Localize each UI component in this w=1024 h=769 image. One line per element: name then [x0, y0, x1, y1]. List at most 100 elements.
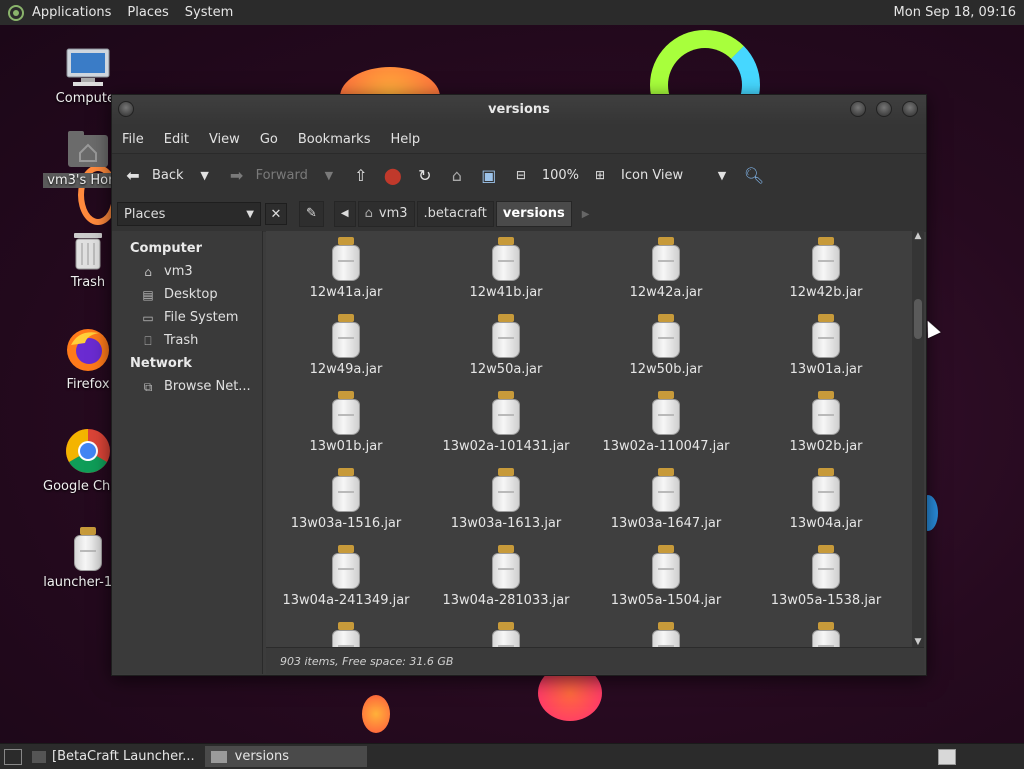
- toolbar: ⬅ Back ▼ ➡ Forward ▼ ⇧ ⬤ ↻ ⌂ ▣ ⊟ 100% ⊞ …: [112, 153, 926, 196]
- file-item[interactable]: 12w50a.jar: [426, 314, 586, 377]
- workspace-switcher[interactable]: [938, 748, 956, 765]
- window-titlebar[interactable]: versions: [112, 95, 926, 125]
- menu-file[interactable]: File: [112, 132, 154, 147]
- file-item[interactable]: 13w03a-1516.jar: [266, 468, 426, 531]
- back-arrow-icon: ⬅: [126, 165, 140, 185]
- file-item[interactable]: 13w01a.jar: [746, 314, 906, 377]
- menu-bookmarks[interactable]: Bookmarks: [288, 132, 381, 147]
- back-history-dropdown[interactable]: ▼: [194, 169, 216, 182]
- jar-file-icon: [652, 237, 680, 281]
- menubar: File Edit View Go Bookmarks Help: [112, 125, 926, 153]
- scroll-up-arrow-icon[interactable]: ▲: [912, 231, 924, 241]
- zoom-in-button[interactable]: ⊞: [589, 168, 611, 182]
- menu-edit[interactable]: Edit: [154, 132, 199, 147]
- distro-logo-icon[interactable]: [8, 4, 24, 21]
- file-name: 13w02a-110047.jar: [602, 439, 730, 454]
- breadcrumb-betacraft[interactable]: .betacraft: [416, 201, 494, 227]
- back-button[interactable]: ⬅ Back: [122, 165, 183, 185]
- jar-file-icon: [812, 622, 840, 647]
- computer-button[interactable]: ▣: [478, 166, 500, 185]
- jar-file-icon: [812, 468, 840, 512]
- sidebar-item-filesystem[interactable]: ▭ File System: [112, 306, 262, 329]
- file-item[interactable]: 13w05a-1538.jar: [746, 545, 906, 608]
- forward-history-dropdown[interactable]: ▼: [318, 169, 340, 182]
- menu-help[interactable]: Help: [380, 132, 430, 147]
- file-item-partial[interactable]: [266, 622, 426, 647]
- sidebar-item-desktop[interactable]: ▤ Desktop: [112, 283, 262, 306]
- sidebar-item-vm3[interactable]: ⌂ vm3: [112, 260, 262, 283]
- file-item[interactable]: 13w02b.jar: [746, 391, 906, 454]
- reload-button[interactable]: ↻: [414, 166, 436, 185]
- taskbar-item-versions[interactable]: versions: [204, 746, 367, 767]
- file-item[interactable]: 12w42a.jar: [586, 237, 746, 300]
- jar-icon: [74, 527, 102, 571]
- toggle-location-entry-button[interactable]: ✎: [299, 201, 324, 227]
- computer-icon: [65, 47, 111, 87]
- close-button[interactable]: [902, 101, 918, 117]
- home-button[interactable]: ⌂: [446, 166, 468, 185]
- zoom-level[interactable]: 100%: [542, 168, 579, 183]
- file-item[interactable]: 13w05a-1504.jar: [586, 545, 746, 608]
- file-item-partial[interactable]: [746, 622, 906, 647]
- file-item[interactable]: 13w03a-1613.jar: [426, 468, 586, 531]
- stop-button[interactable]: ⬤: [382, 166, 404, 185]
- file-item[interactable]: 12w41a.jar: [266, 237, 426, 300]
- file-item[interactable]: 13w04a-281033.jar: [426, 545, 586, 608]
- file-item[interactable]: 13w04a.jar: [746, 468, 906, 531]
- firefox-icon: [65, 327, 111, 373]
- file-item-partial[interactable]: [586, 622, 746, 647]
- breadcrumb-vm3[interactable]: ⌂ vm3: [357, 201, 415, 227]
- minimize-button[interactable]: [850, 101, 866, 117]
- show-desktop-icon[interactable]: [4, 748, 22, 765]
- breadcrumb-left-arrow[interactable]: ◀: [333, 201, 356, 227]
- menu-system[interactable]: System: [177, 0, 241, 25]
- computer-icon: ▣: [481, 165, 497, 185]
- file-item[interactable]: 12w50b.jar: [586, 314, 746, 377]
- menu-places[interactable]: Places: [119, 0, 176, 25]
- close-sidebar-button[interactable]: ✕: [265, 203, 287, 225]
- menu-applications[interactable]: Applications: [24, 0, 119, 25]
- sidebar-item-browse-network[interactable]: ⧉ Browse Net...: [112, 375, 262, 398]
- breadcrumb-versions[interactable]: versions: [495, 201, 572, 227]
- forward-label: Forward: [255, 167, 308, 183]
- taskbar-item-betacraft[interactable]: [BetaCraft Launcher...: [26, 746, 201, 767]
- scroll-down-arrow-icon[interactable]: ▼: [912, 637, 924, 647]
- chevron-down-icon: ▼: [200, 168, 209, 182]
- file-name: 13w04a.jar: [789, 516, 863, 531]
- breadcrumb-right-arrow[interactable]: ▶: [582, 209, 590, 220]
- menu-view[interactable]: View: [199, 132, 250, 147]
- window-menu-button[interactable]: [118, 101, 134, 117]
- jar-file-icon: [812, 314, 840, 358]
- search-icon: 🔍︎: [743, 165, 765, 185]
- up-arrow-icon: ⇧: [354, 165, 368, 185]
- search-button[interactable]: 🔍︎: [743, 166, 765, 185]
- sidebar-item-trash[interactable]: ⎕ Trash: [112, 329, 262, 352]
- file-item[interactable]: 13w01b.jar: [266, 391, 426, 454]
- drive-icon: ▭: [142, 310, 154, 325]
- up-button[interactable]: ⇧: [350, 166, 372, 185]
- file-name: 13w03a-1647.jar: [610, 516, 722, 531]
- menu-go[interactable]: Go: [250, 132, 288, 147]
- scrollbar-thumb[interactable]: [914, 299, 922, 339]
- maximize-button[interactable]: [876, 101, 892, 117]
- file-name: 12w50b.jar: [629, 362, 703, 377]
- file-item[interactable]: 12w42b.jar: [746, 237, 906, 300]
- file-item-partial[interactable]: [426, 622, 586, 647]
- places-select[interactable]: Places ▼: [117, 202, 261, 226]
- file-item[interactable]: 12w41b.jar: [426, 237, 586, 300]
- view-mode-select[interactable]: Icon View ▼: [621, 168, 733, 183]
- file-item[interactable]: 12w49a.jar: [266, 314, 426, 377]
- vertical-scrollbar[interactable]: ▲ ▼: [912, 231, 924, 647]
- clock[interactable]: Mon Sep 18, 09:16: [886, 0, 1024, 25]
- file-item[interactable]: 13w02a-101431.jar: [426, 391, 586, 454]
- forward-button[interactable]: ➡ Forward: [226, 166, 308, 185]
- file-name: 12w42b.jar: [789, 285, 863, 300]
- file-name: 13w03a-1613.jar: [450, 516, 562, 531]
- file-item[interactable]: 13w04a-241349.jar: [266, 545, 426, 608]
- sidebar-item-label: File System: [164, 310, 239, 325]
- file-name: 13w02a-101431.jar: [442, 439, 570, 454]
- chevron-down-icon: ▼: [717, 168, 727, 182]
- file-item[interactable]: 13w02a-110047.jar: [586, 391, 746, 454]
- zoom-out-button[interactable]: ⊟: [510, 168, 532, 182]
- file-item[interactable]: 13w03a-1647.jar: [586, 468, 746, 531]
